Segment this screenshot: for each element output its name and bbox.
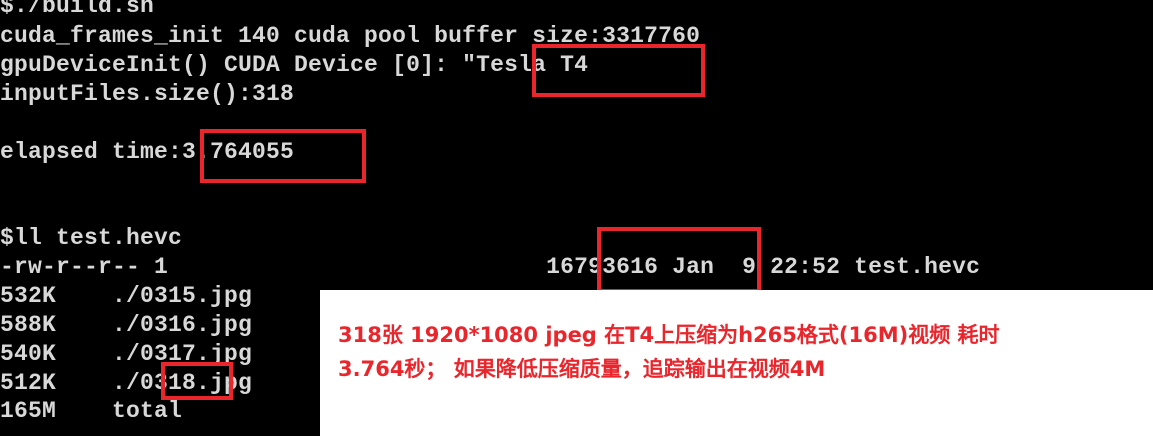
highlight-box-file-size	[597, 227, 761, 293]
terminal-line-du-0316: 588K ./0316.jpg	[0, 312, 253, 338]
terminal-line-ll-result: -rw-r--r-- 1 16793616 Jan 9 22:52 test.h…	[0, 254, 981, 280]
annotation-line-2: 3.764秒； 如果降低压缩质量，追踪输出在视频4M	[338, 357, 826, 381]
highlight-box-elapsed-time	[200, 129, 366, 183]
terminal-line-build-command: $./build.sh	[0, 0, 155, 19]
terminal-line-du-0315: 532K ./0315.jpg	[0, 283, 253, 309]
terminal-line-input-files: inputFiles.size():318	[0, 81, 295, 107]
terminal-line-gpu-device: gpuDeviceInit() CUDA Device [0]: "Tesla …	[0, 52, 589, 78]
terminal-line-ll-command: $ll test.hevc	[0, 225, 183, 251]
annotation-note: 318张 1920*1080 jpeg 在T4上压缩为h265格式(16M)视频…	[320, 290, 1153, 436]
terminal-line-du-total: 165M total	[0, 398, 183, 424]
highlight-box-gpu-name	[532, 44, 705, 97]
highlight-box-file-count	[161, 362, 233, 400]
annotation-line-1: 318张 1920*1080 jpeg 在T4上压缩为h265格式(16M)视频…	[338, 323, 1000, 347]
